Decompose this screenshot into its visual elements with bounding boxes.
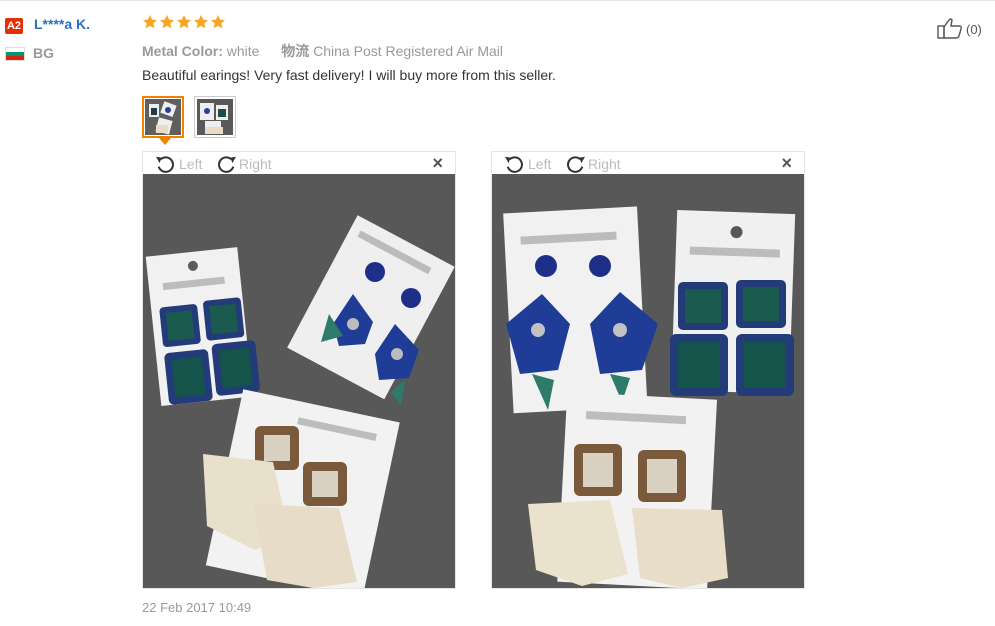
order-info: Metal Color: white 物流 China Post Registe… [142,41,503,61]
photo-thumbnail-1[interactable] [142,96,184,138]
color-value: white [226,43,260,59]
rotate-right-label: Right [239,156,272,172]
star-icon [142,14,158,30]
photo-thumbnail-2[interactable] [194,96,236,138]
rotate-right-icon [564,154,586,174]
rotate-left-button[interactable]: Left [504,154,551,174]
helpful-button[interactable]: (0) [937,17,982,42]
star-icon [193,14,209,30]
star-icon [210,14,226,30]
rotate-left-label: Left [528,156,552,172]
viewer-toolbar: Left Right × [143,152,455,174]
star-icon [176,14,192,30]
rotate-right-label: Right [588,156,621,172]
shipping-label: 物流 [281,43,310,59]
star-rating [142,14,226,30]
reviewer-country: BG [33,45,54,61]
photo-viewer-1: Left Right × [142,151,456,589]
bulgaria-flag-icon [5,47,25,61]
close-viewer-button[interactable]: × [781,153,792,173]
rotate-left-icon [155,154,177,174]
rotate-left-icon [504,154,526,174]
photo-viewer-2: Left Right × [491,151,805,589]
thumbs-up-icon [937,17,963,42]
rotate-right-icon [215,154,237,174]
review-date: 22 Feb 2017 10:49 [142,600,252,615]
active-thumbnail-indicator [159,138,171,145]
review-text: Beautiful earings! Very fast delivery! I… [142,67,556,83]
reviewer-name: L****a K. [34,16,91,32]
buyer-level-badge: A2 [5,18,23,34]
viewer-toolbar: Left Right × [492,152,804,174]
helpful-count: (0) [966,22,982,37]
rotate-right-button[interactable]: Right [215,154,272,174]
rotate-left-button[interactable]: Left [155,154,202,174]
review-photo[interactable] [143,174,455,588]
color-label: Metal Color: [142,43,223,59]
rotate-right-button[interactable]: Right [564,154,621,174]
close-viewer-button[interactable]: × [432,153,443,173]
rotate-left-label: Left [179,156,203,172]
star-icon [159,14,175,30]
top-divider [0,0,995,1]
shipping-value: China Post Registered Air Mail [313,43,504,59]
review-photo[interactable] [492,174,804,588]
